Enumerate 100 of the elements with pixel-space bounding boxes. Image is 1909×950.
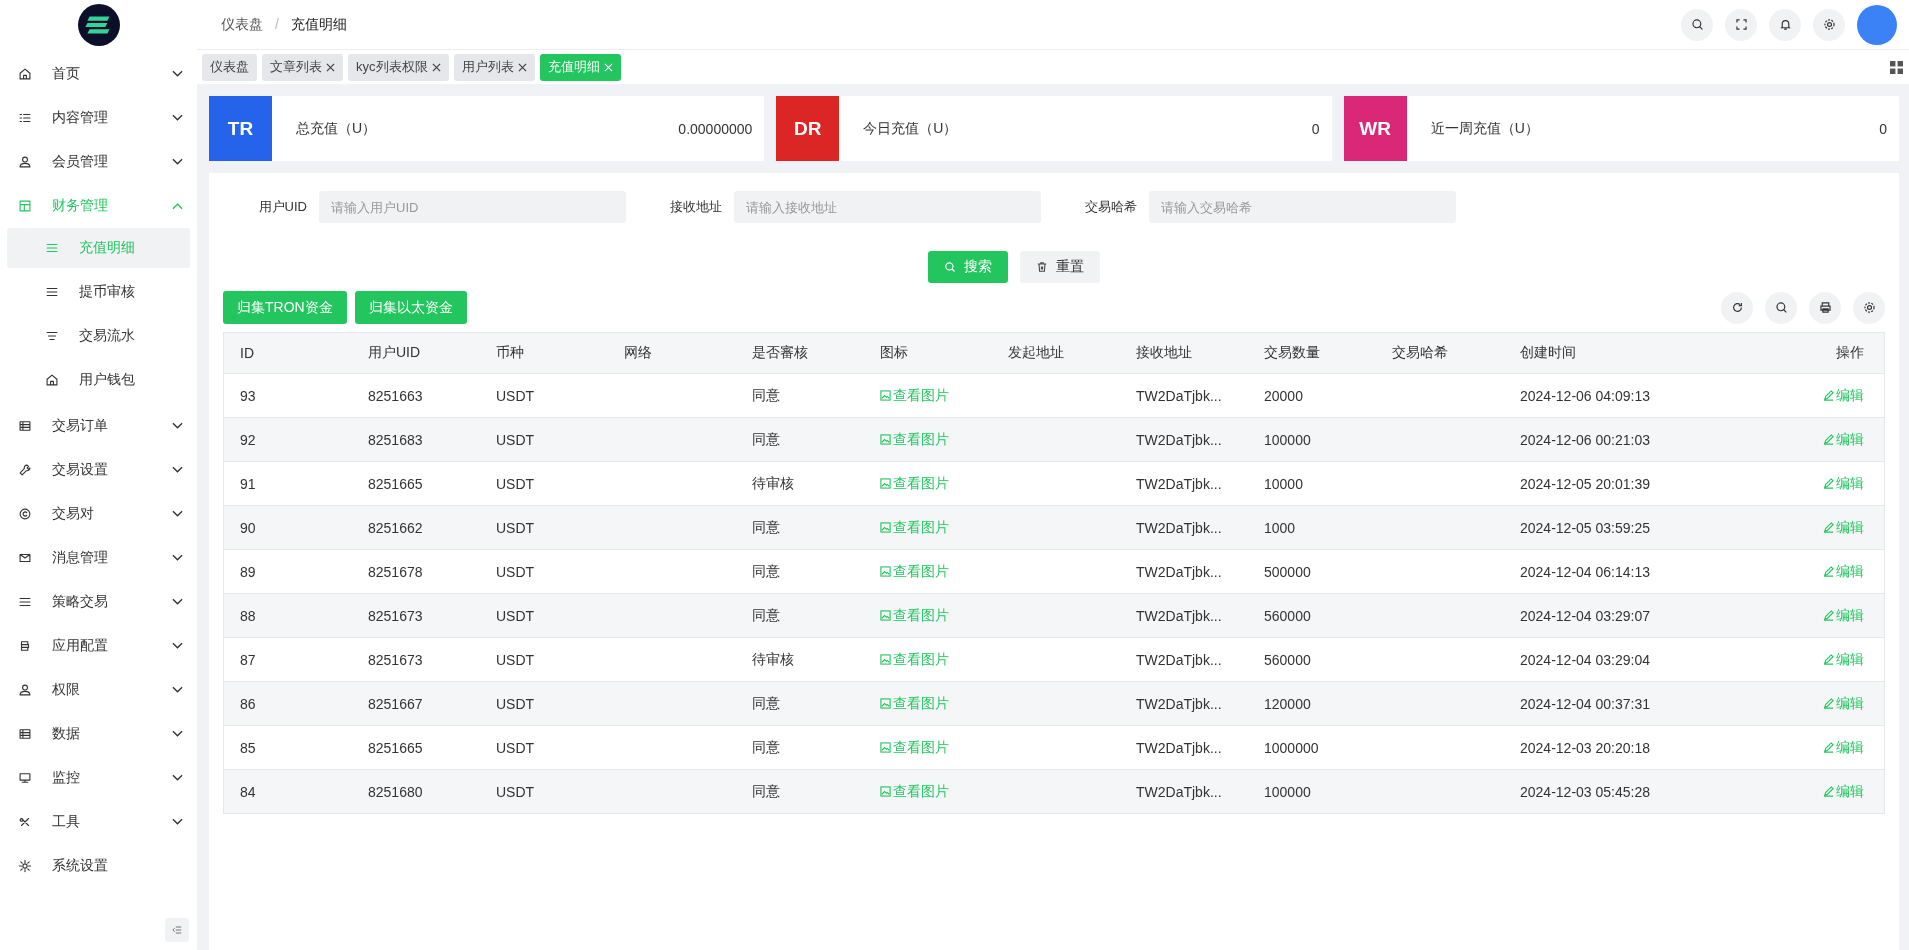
edit-link[interactable]: 编辑: [1823, 606, 1864, 625]
sidebar-item[interactable]: 工具: [0, 800, 197, 844]
table-cell: 8251662: [368, 519, 423, 536]
breadcrumb-item[interactable]: 仪表盘: [221, 15, 263, 34]
edit-link[interactable]: 编辑: [1823, 738, 1864, 757]
grid-icon[interactable]: [1890, 60, 1903, 74]
view-image-link[interactable]: 查看图片: [880, 694, 949, 713]
stat-value: 0: [1311, 120, 1321, 137]
refresh-icon: [1730, 301, 1744, 314]
table-cell: 89: [240, 563, 256, 580]
search-button[interactable]: [1765, 291, 1797, 324]
column-header: ID: [239, 345, 255, 361]
action-button[interactable]: 归集以太资金: [354, 291, 467, 324]
pencil-icon: [1823, 742, 1834, 753]
table-cell: 90: [240, 519, 256, 536]
sidebar-item[interactable]: 权限: [0, 668, 197, 712]
table-icon: [18, 727, 32, 741]
table-cell: TW2DaTjbk...: [1136, 739, 1222, 756]
edit-link[interactable]: 编辑: [1823, 650, 1864, 669]
sidebar-item[interactable]: 数据: [0, 712, 197, 756]
image-icon: [880, 390, 891, 401]
sidebar-item[interactable]: 交易订单: [0, 404, 197, 448]
sidebar-item[interactable]: 交易设置: [0, 448, 197, 492]
close-icon[interactable]: [326, 62, 335, 72]
view-image-link[interactable]: 查看图片: [880, 738, 949, 757]
view-image-link[interactable]: 查看图片: [880, 606, 949, 625]
table-cell: USDT: [496, 651, 535, 668]
avatar[interactable]: [1857, 4, 1897, 45]
sidebar-item[interactable]: 会员管理: [0, 140, 197, 184]
edit-link[interactable]: 编辑: [1823, 386, 1864, 405]
sidebar-item[interactable]: 策略交易: [0, 580, 197, 624]
search-button[interactable]: 搜索: [928, 251, 1008, 283]
column-header: 交易数量: [1263, 344, 1321, 362]
notifications-button[interactable]: [1769, 8, 1801, 41]
table-cell: 87: [240, 651, 256, 668]
view-image-link[interactable]: 查看图片: [880, 562, 949, 581]
table-cell: 2024-12-04 03:29:07: [1520, 607, 1650, 624]
view-image-link[interactable]: 查看图片: [880, 650, 949, 669]
view-image-link[interactable]: 查看图片: [880, 474, 949, 493]
sidebar-subitem[interactable]: 充值明细: [7, 228, 190, 268]
tab[interactable]: kyc列表权限: [348, 53, 449, 81]
settings-button[interactable]: [1813, 8, 1845, 41]
trash-icon: [1036, 261, 1048, 273]
input-field[interactable]: 请输入用户UID: [319, 191, 626, 223]
view-image-link[interactable]: 查看图片: [880, 430, 949, 449]
sidebar-item[interactable]: 财务管理: [0, 184, 197, 228]
scissors-icon: [18, 815, 32, 829]
table-cell: 同意: [752, 386, 780, 403]
print-button[interactable]: [1809, 291, 1841, 324]
settings-button[interactable]: [1853, 291, 1885, 324]
edit-link[interactable]: 编辑: [1823, 694, 1864, 713]
close-icon[interactable]: [517, 62, 527, 72]
tab[interactable]: 文章列表: [262, 53, 343, 81]
tab[interactable]: 仪表盘: [202, 53, 257, 81]
sidebar-item[interactable]: 内容管理: [0, 96, 197, 140]
edit-link[interactable]: 编辑: [1823, 474, 1864, 493]
sidebar-item[interactable]: 消息管理: [0, 536, 197, 580]
view-image-link[interactable]: 查看图片: [880, 782, 949, 801]
edit-link[interactable]: 编辑: [1823, 430, 1864, 449]
logo-icon[interactable]: [77, 4, 120, 46]
input-field[interactable]: 请输入交易哈希: [1149, 191, 1456, 223]
collapse-icon: [171, 923, 183, 937]
table-cell: 2024-12-05 03:59:25: [1520, 519, 1650, 536]
tab[interactable]: 用户列表: [453, 53, 535, 81]
refresh-button[interactable]: [1721, 291, 1753, 324]
filter-icon: [45, 329, 59, 343]
reset-button[interactable]: 重置: [1020, 251, 1100, 283]
edit-link[interactable]: 编辑: [1823, 518, 1864, 537]
stat-badge: WR: [1343, 96, 1407, 161]
sidebar-item[interactable]: 应用配置: [0, 624, 197, 668]
tab[interactable]: 充值明细: [539, 53, 621, 81]
image-icon: [880, 610, 891, 621]
fullscreen-button[interactable]: [1725, 8, 1757, 41]
table-cell: 1000: [1264, 519, 1296, 536]
table-cell: USDT: [496, 519, 535, 536]
sidebar-item[interactable]: 监控: [0, 756, 197, 800]
sidebar-subitem[interactable]: 交易流水: [7, 316, 190, 356]
input-field[interactable]: 请输入接收地址: [734, 191, 1041, 223]
table-cell: 2024-12-06 00:21:03: [1520, 431, 1650, 448]
view-image-link[interactable]: 查看图片: [880, 386, 949, 405]
pencil-icon: [1823, 698, 1834, 709]
table-cell: 8251683: [368, 431, 423, 448]
view-image-link[interactable]: 查看图片: [880, 518, 949, 537]
settings-icon: [18, 859, 32, 873]
action-button[interactable]: 归集TRON资金: [223, 291, 347, 324]
sidebar-item[interactable]: 系统设置: [0, 844, 197, 888]
stat-value: 0.00000000: [678, 120, 754, 137]
table-cell: 91: [240, 475, 256, 492]
close-icon[interactable]: [431, 62, 441, 72]
sidebar-subitem[interactable]: 用户钱包: [7, 360, 190, 400]
sidebar-item[interactable]: 交易对: [0, 492, 197, 536]
sidebar-item[interactable]: 首页: [0, 52, 197, 96]
edit-link[interactable]: 编辑: [1823, 782, 1864, 801]
table-cell: TW2DaTjbk...: [1136, 563, 1222, 580]
column-header: 交易哈希: [1391, 344, 1449, 362]
pencil-icon: [1823, 434, 1834, 445]
search-button[interactable]: [1681, 8, 1713, 41]
sidebar-subitem[interactable]: 提币审核: [7, 272, 190, 312]
edit-link[interactable]: 编辑: [1823, 562, 1864, 581]
breadcrumb-separator: /: [275, 15, 279, 34]
